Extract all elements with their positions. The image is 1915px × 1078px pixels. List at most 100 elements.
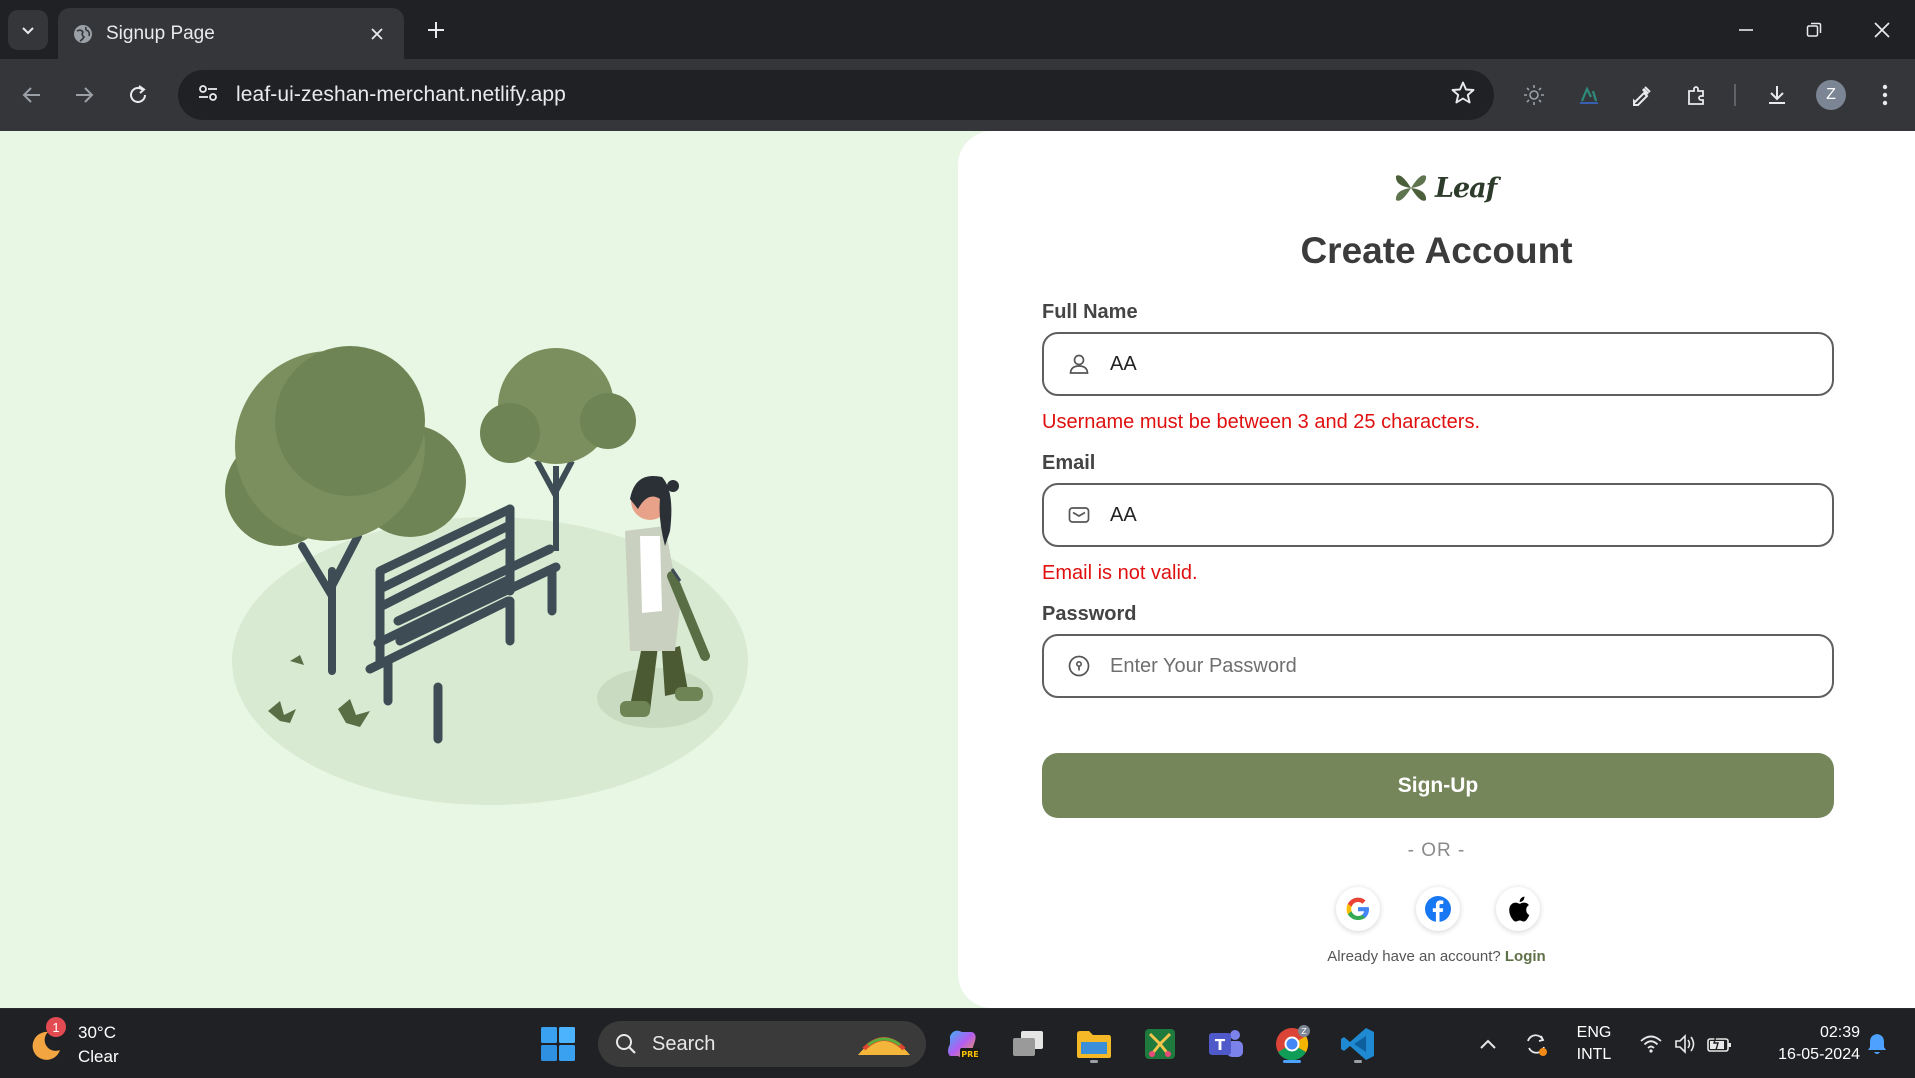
- weather-desc: Clear: [78, 1047, 119, 1066]
- forward-button[interactable]: [64, 75, 104, 115]
- login-prompt-text: Already have an account?: [1327, 948, 1501, 965]
- back-button[interactable]: [12, 75, 52, 115]
- key-icon: [1066, 653, 1092, 679]
- running-indicator: [1354, 1060, 1362, 1063]
- apple-signin-button[interactable]: [1496, 887, 1540, 931]
- vscode-app[interactable]: [1336, 1022, 1380, 1066]
- running-indicator: [1090, 1060, 1098, 1063]
- chevron-down-icon: [22, 27, 34, 35]
- vscode-icon: [1341, 1028, 1374, 1060]
- password-label: Password: [1042, 603, 1137, 625]
- start-button[interactable]: [536, 1022, 580, 1066]
- copilot-app[interactable]: PRE: [940, 1022, 984, 1066]
- eyedropper-icon[interactable]: [1623, 76, 1661, 114]
- reload-button[interactable]: [118, 75, 158, 115]
- language-line2: INTL: [1576, 1046, 1612, 1063]
- task-view-app[interactable]: [1006, 1022, 1050, 1066]
- search-icon: [616, 1034, 636, 1054]
- notification-bell-icon[interactable]: [1864, 1031, 1890, 1057]
- leaf-logo-icon: [1395, 175, 1427, 201]
- file-explorer-app[interactable]: [1072, 1022, 1116, 1066]
- avatar: Z: [1816, 80, 1846, 110]
- minimize-button[interactable]: [1726, 12, 1766, 48]
- tray-overflow-chevron-icon[interactable]: [1475, 1031, 1501, 1057]
- leaf-logo: Leaf: [1393, 170, 1497, 206]
- os-taskbar: 1 30°C Clear Search PRE T Z ENG INTL 02:…: [0, 1008, 1915, 1078]
- new-tab-button[interactable]: [420, 14, 452, 46]
- close-tab-icon[interactable]: [364, 21, 390, 47]
- restore-button[interactable]: [1794, 12, 1834, 48]
- bookmark-star-icon[interactable]: [1450, 80, 1476, 111]
- url-text[interactable]: leaf-ui-zeshan-merchant.netlify.app: [236, 83, 1450, 107]
- google-icon: [1346, 897, 1369, 920]
- snip-icon: [1145, 1029, 1175, 1059]
- logo-text: Leaf: [1435, 172, 1497, 204]
- site-settings-icon[interactable]: [196, 81, 220, 110]
- password-field[interactable]: Enter Your Password: [1042, 634, 1834, 698]
- teams-icon: T: [1209, 1030, 1243, 1057]
- copilot-icon: PRE: [948, 1030, 980, 1060]
- taskbar-search-label: Search: [652, 1032, 716, 1055]
- chrome-icon: Z: [1276, 1025, 1310, 1061]
- snipping-tool-app[interactable]: [1138, 1022, 1182, 1066]
- browser-toolbar: leaf-ui-zeshan-merchant.netlify.app Z: [0, 59, 1915, 131]
- clock-time: 02:39: [1819, 1024, 1860, 1041]
- svg-text:Z: Z: [1301, 1027, 1307, 1036]
- login-link[interactable]: Login: [1505, 948, 1546, 965]
- facebook-icon: [1425, 896, 1451, 922]
- apple-icon: [1509, 896, 1530, 922]
- folder-icon: [1077, 1031, 1111, 1058]
- clock-date: 16-05-2024: [1778, 1046, 1860, 1063]
- facebook-signin-button[interactable]: [1416, 887, 1460, 931]
- full-name-field[interactable]: AA: [1042, 332, 1834, 396]
- extension-grammar-icon[interactable]: [1570, 76, 1608, 114]
- page-title: Create Account: [1300, 230, 1573, 271]
- downloads-icon[interactable]: [1758, 76, 1796, 114]
- close-icon: [1874, 22, 1890, 38]
- tab-signup-page[interactable]: Signup Page: [58, 8, 404, 59]
- extensions-puzzle-icon[interactable]: [1678, 76, 1716, 114]
- svg-text:PRE: PRE: [961, 1050, 979, 1059]
- email-field[interactable]: AA: [1042, 483, 1834, 547]
- address-bar[interactable]: leaf-ui-zeshan-merchant.netlify.app: [178, 70, 1494, 120]
- windows-icon: [541, 1027, 575, 1061]
- mail-icon: [1066, 502, 1092, 528]
- clock[interactable]: 02:39 16-05-2024: [1752, 1022, 1860, 1066]
- weather-notification-badge: 1: [46, 1017, 66, 1037]
- password-placeholder[interactable]: Enter Your Password: [1110, 655, 1297, 678]
- full-name-error: Username must be between 3 and 25 charac…: [1042, 411, 1481, 433]
- email-value[interactable]: AA: [1110, 504, 1137, 527]
- park-illustration: [225, 346, 748, 805]
- email-label: Email: [1042, 452, 1096, 474]
- google-signin-button[interactable]: [1336, 887, 1380, 931]
- extension-sun-icon[interactable]: [1515, 76, 1553, 114]
- language-indicator[interactable]: ENG INTL: [1567, 1022, 1621, 1066]
- signup-button[interactable]: Sign-Up: [1042, 753, 1834, 818]
- teams-app[interactable]: T: [1204, 1022, 1248, 1066]
- profile-button[interactable]: Z: [1812, 76, 1850, 114]
- minimize-icon: [1739, 29, 1753, 31]
- restore-icon: [1806, 22, 1822, 37]
- volume-icon[interactable]: [1672, 1031, 1698, 1057]
- arrow-right-icon: [76, 87, 94, 103]
- active-indicator: [1283, 1060, 1301, 1063]
- email-error: Email is not valid.: [1042, 562, 1198, 584]
- full-name-label: Full Name: [1042, 301, 1138, 323]
- toolbar-divider: [1734, 84, 1736, 106]
- tab-search-button[interactable]: [8, 10, 48, 50]
- or-divider: - OR -: [1407, 840, 1466, 861]
- taskbar-search[interactable]: Search: [598, 1021, 926, 1067]
- sync-icon[interactable]: [1523, 1031, 1549, 1057]
- weather-widget[interactable]: 1 30°C Clear: [26, 1017, 119, 1069]
- tab-title: Signup Page: [106, 22, 215, 44]
- chrome-app[interactable]: Z: [1270, 1022, 1314, 1066]
- login-prompt: Already have an account? Login: [958, 948, 1915, 965]
- plus-icon: [428, 22, 444, 38]
- user-icon: [1066, 351, 1092, 377]
- close-window-button[interactable]: [1862, 12, 1902, 48]
- full-name-value[interactable]: AA: [1110, 353, 1137, 376]
- taco-highlight-icon: [858, 1037, 910, 1055]
- battery-icon[interactable]: [1707, 1031, 1733, 1057]
- wifi-icon[interactable]: [1638, 1031, 1664, 1057]
- browser-menu-icon[interactable]: [1866, 76, 1904, 114]
